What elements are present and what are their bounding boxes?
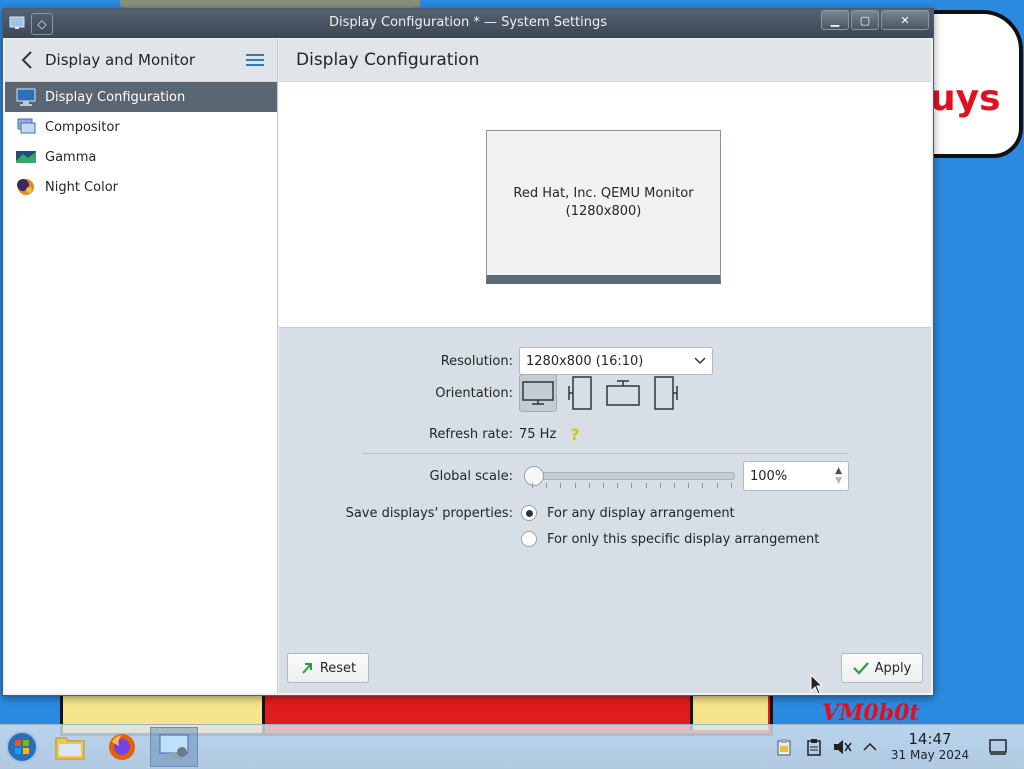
display-config-icon: [16, 88, 36, 106]
window-titlebar[interactable]: ◇ Display Configuration * — System Setti…: [3, 9, 933, 38]
save-specific-arrangement-radio[interactable]: [521, 531, 537, 547]
notes-tray-icon[interactable]: [804, 737, 824, 757]
minimize-button[interactable]: ▁: [821, 10, 849, 30]
sidebar: Display and Monitor Display Configuratio…: [5, 39, 278, 693]
refresh-rate-value: 75 Hz: [519, 427, 557, 442]
apply-label: Apply: [874, 660, 912, 676]
save-any-arrangement-label[interactable]: For any display arrangement: [547, 506, 735, 521]
separator: [362, 453, 848, 454]
global-scale-label: Global scale:: [429, 468, 513, 484]
orientation-portrait-left-button[interactable]: [563, 375, 599, 411]
wallpaper-cloud-text: uys: [930, 78, 1001, 119]
folder-icon: [55, 737, 85, 760]
taskbar: 14:47 31 May 2024: [0, 724, 1024, 769]
page-title: Display Configuration: [279, 39, 931, 82]
resolution-value: 1280x800 (16:10): [526, 353, 644, 369]
reset-label: Reset: [319, 660, 357, 676]
clipboard-tray-icon[interactable]: [774, 737, 794, 757]
global-scale-value: 100%: [750, 468, 788, 484]
refresh-rate-label: Refresh rate:: [428, 427, 513, 442]
system-settings-window: ◇ Display Configuration * — System Setti…: [2, 8, 934, 696]
help-question-icon[interactable]: ?: [570, 425, 579, 444]
taskbar-file-manager[interactable]: [48, 727, 92, 767]
system-settings-icon: [159, 734, 189, 759]
monitor-resolution: (1280x800): [565, 204, 642, 219]
wallpaper-brand-text: VM0b0t: [822, 700, 920, 726]
sidebar-item-compositor[interactable]: Compositor: [5, 112, 277, 142]
clock-date: 31 May 2024: [890, 748, 970, 762]
hamburger-menu-icon[interactable]: [241, 46, 269, 74]
sidebar-item-gamma[interactable]: Gamma: [5, 142, 277, 172]
mouse-cursor-icon: [810, 674, 824, 695]
sidebar-title: Display and Monitor: [45, 51, 196, 69]
firefox-icon: [109, 734, 135, 760]
sidebar-item-label: Gamma: [45, 149, 97, 165]
start-menu-button[interactable]: [0, 727, 44, 767]
save-any-arrangement-radio[interactable]: [521, 505, 537, 521]
taskbar-firefox[interactable]: [100, 727, 144, 767]
portrait-right-monitor-icon: [654, 376, 678, 410]
start-orb-icon: [6, 731, 38, 763]
reset-button[interactable]: Reset: [287, 653, 369, 683]
save-properties-label: Save displays' properties:: [345, 505, 513, 521]
chevron-down-icon: [694, 357, 706, 365]
resolution-label: Resolution:: [440, 353, 513, 369]
resolution-combobox[interactable]: 1280x800 (16:10): [519, 347, 713, 375]
checkmark-icon: [852, 662, 869, 675]
back-arrow-icon[interactable]: [13, 46, 41, 74]
slider-ticks: [532, 483, 732, 488]
monitor-preview[interactable]: Red Hat, Inc. QEMU Monitor (1280x800): [486, 130, 721, 284]
orientation-inverted-button[interactable]: [605, 375, 641, 411]
global-scale-slider[interactable]: [524, 466, 735, 488]
main-panel: Display Configuration Red Hat, Inc. QEMU…: [279, 39, 931, 693]
night-color-icon: [17, 179, 34, 195]
sidebar-item-night-color[interactable]: Night Color: [5, 172, 277, 202]
sidebar-header: Display and Monitor: [5, 39, 277, 82]
clock-time: 14:47: [908, 730, 952, 748]
sidebar-item-label: Display Configuration: [45, 89, 186, 105]
orientation-landscape-button[interactable]: [519, 374, 557, 412]
inverted-monitor-icon: [606, 380, 640, 406]
sidebar-item-display-configuration[interactable]: Display Configuration: [5, 82, 277, 112]
apply-button[interactable]: Apply: [841, 653, 923, 683]
gamma-icon: [16, 151, 36, 163]
display-arrangement-area: Red Hat, Inc. QEMU Monitor (1280x800): [279, 82, 931, 328]
reset-icon: [302, 663, 312, 674]
sidebar-item-label: Compositor: [45, 119, 120, 135]
spin-up-icon[interactable]: ▲: [835, 466, 842, 476]
landscape-monitor-icon: [522, 381, 554, 405]
sidebar-item-label: Night Color: [45, 179, 118, 195]
close-button[interactable]: ✕: [881, 10, 929, 30]
portrait-left-monitor-icon: [568, 376, 592, 410]
window-title: Display Configuration * — System Setting…: [328, 15, 608, 30]
monitor-name: Red Hat, Inc. QEMU Monitor: [513, 186, 694, 201]
maximize-button[interactable]: ▢: [851, 10, 879, 30]
orientation-label: Orientation:: [435, 385, 513, 401]
clock[interactable]: 14:47 31 May 2024: [866, 730, 994, 762]
orientation-portrait-right-button[interactable]: [647, 375, 683, 411]
volume-muted-icon[interactable]: [832, 737, 852, 757]
spin-down-icon[interactable]: ▼: [835, 476, 842, 486]
save-specific-arrangement-label[interactable]: For only this specific display arrangeme…: [547, 532, 819, 547]
show-desktop-icon[interactable]: [988, 737, 1008, 757]
global-scale-spinbox[interactable]: 100% ▲ ▼: [743, 461, 849, 491]
taskbar-system-settings[interactable]: [150, 727, 198, 767]
compositor-icon: [17, 118, 36, 134]
